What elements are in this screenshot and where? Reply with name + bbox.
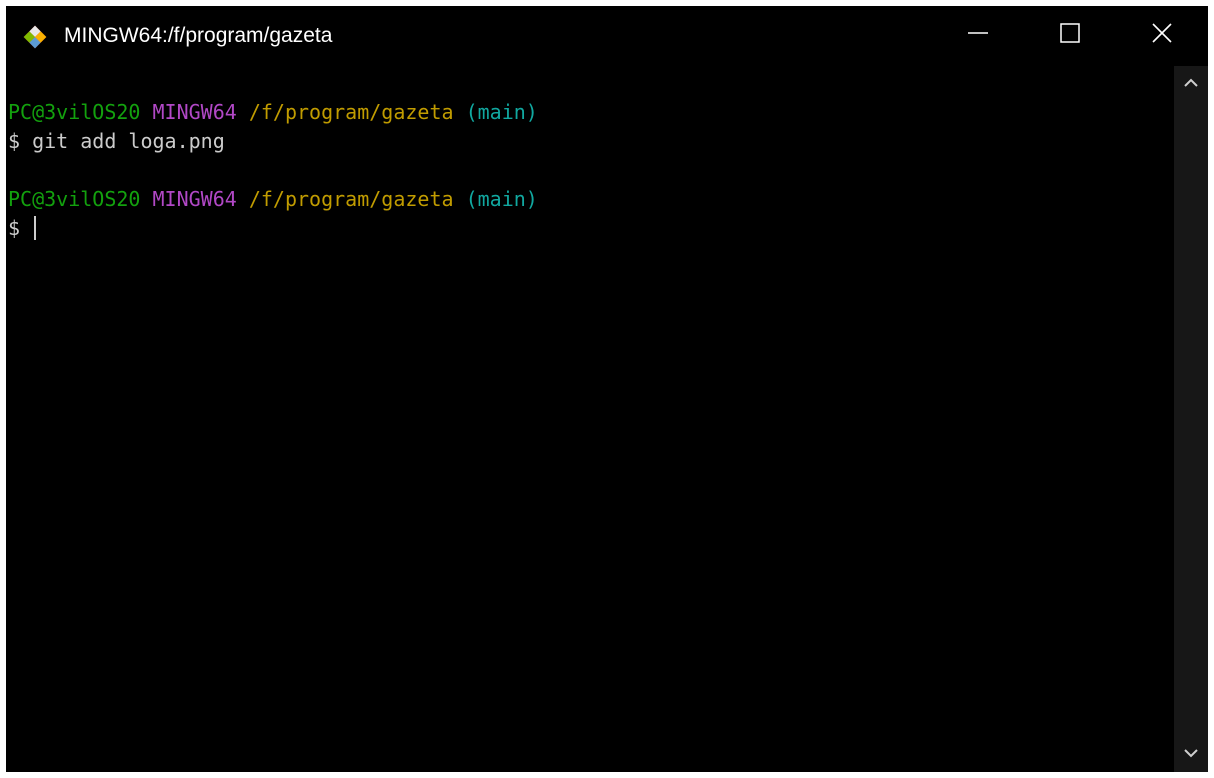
terminal-output[interactable]: PC@3vilOS20 MINGW64 /f/program/gazeta (m…: [6, 66, 1174, 772]
command-text: git add loga.png: [32, 129, 225, 153]
scroll-up-button[interactable]: [1174, 66, 1208, 102]
prompt-shell: MINGW64: [152, 100, 237, 124]
prompt-symbol: $: [8, 129, 21, 153]
prompt-path: /f/program/gazeta: [248, 100, 454, 124]
prompt-branch: (main): [465, 187, 538, 211]
text-cursor: [34, 216, 37, 240]
vertical-scrollbar[interactable]: [1174, 66, 1208, 772]
terminal-window: MINGW64:/f/program/gazeta PC@3vilOS20 MI…: [6, 6, 1208, 772]
prompt-user-host: PC@3vilOS20: [8, 187, 141, 211]
maximize-icon: [1059, 22, 1081, 49]
window-title: MINGW64:/f/program/gazeta: [64, 24, 333, 47]
minimize-icon: [967, 22, 989, 49]
close-button[interactable]: [1116, 6, 1208, 64]
git-bash-icon: [20, 22, 50, 52]
command-line: $ git add loga.png: [6, 127, 1174, 156]
minimize-button[interactable]: [932, 6, 1024, 64]
prompt-shell: MINGW64: [152, 187, 237, 211]
prompt-branch: (main): [465, 100, 538, 124]
close-icon: [1151, 22, 1173, 49]
maximize-button[interactable]: [1024, 6, 1116, 64]
prompt-user-host: PC@3vilOS20: [8, 100, 141, 124]
chevron-up-icon: [1184, 75, 1198, 93]
prompt-line: PC@3vilOS20 MINGW64 /f/program/gazeta (m…: [6, 185, 1174, 214]
prompt-line: PC@3vilOS20 MINGW64 /f/program/gazeta (m…: [6, 98, 1174, 127]
prompt-symbol: $: [8, 216, 21, 240]
scroll-down-button[interactable]: [1174, 736, 1208, 772]
prompt-path: /f/program/gazeta: [248, 187, 454, 211]
chevron-down-icon: [1184, 745, 1198, 763]
input-line[interactable]: $: [6, 214, 1174, 243]
title-bar[interactable]: MINGW64:/f/program/gazeta: [6, 6, 1208, 66]
